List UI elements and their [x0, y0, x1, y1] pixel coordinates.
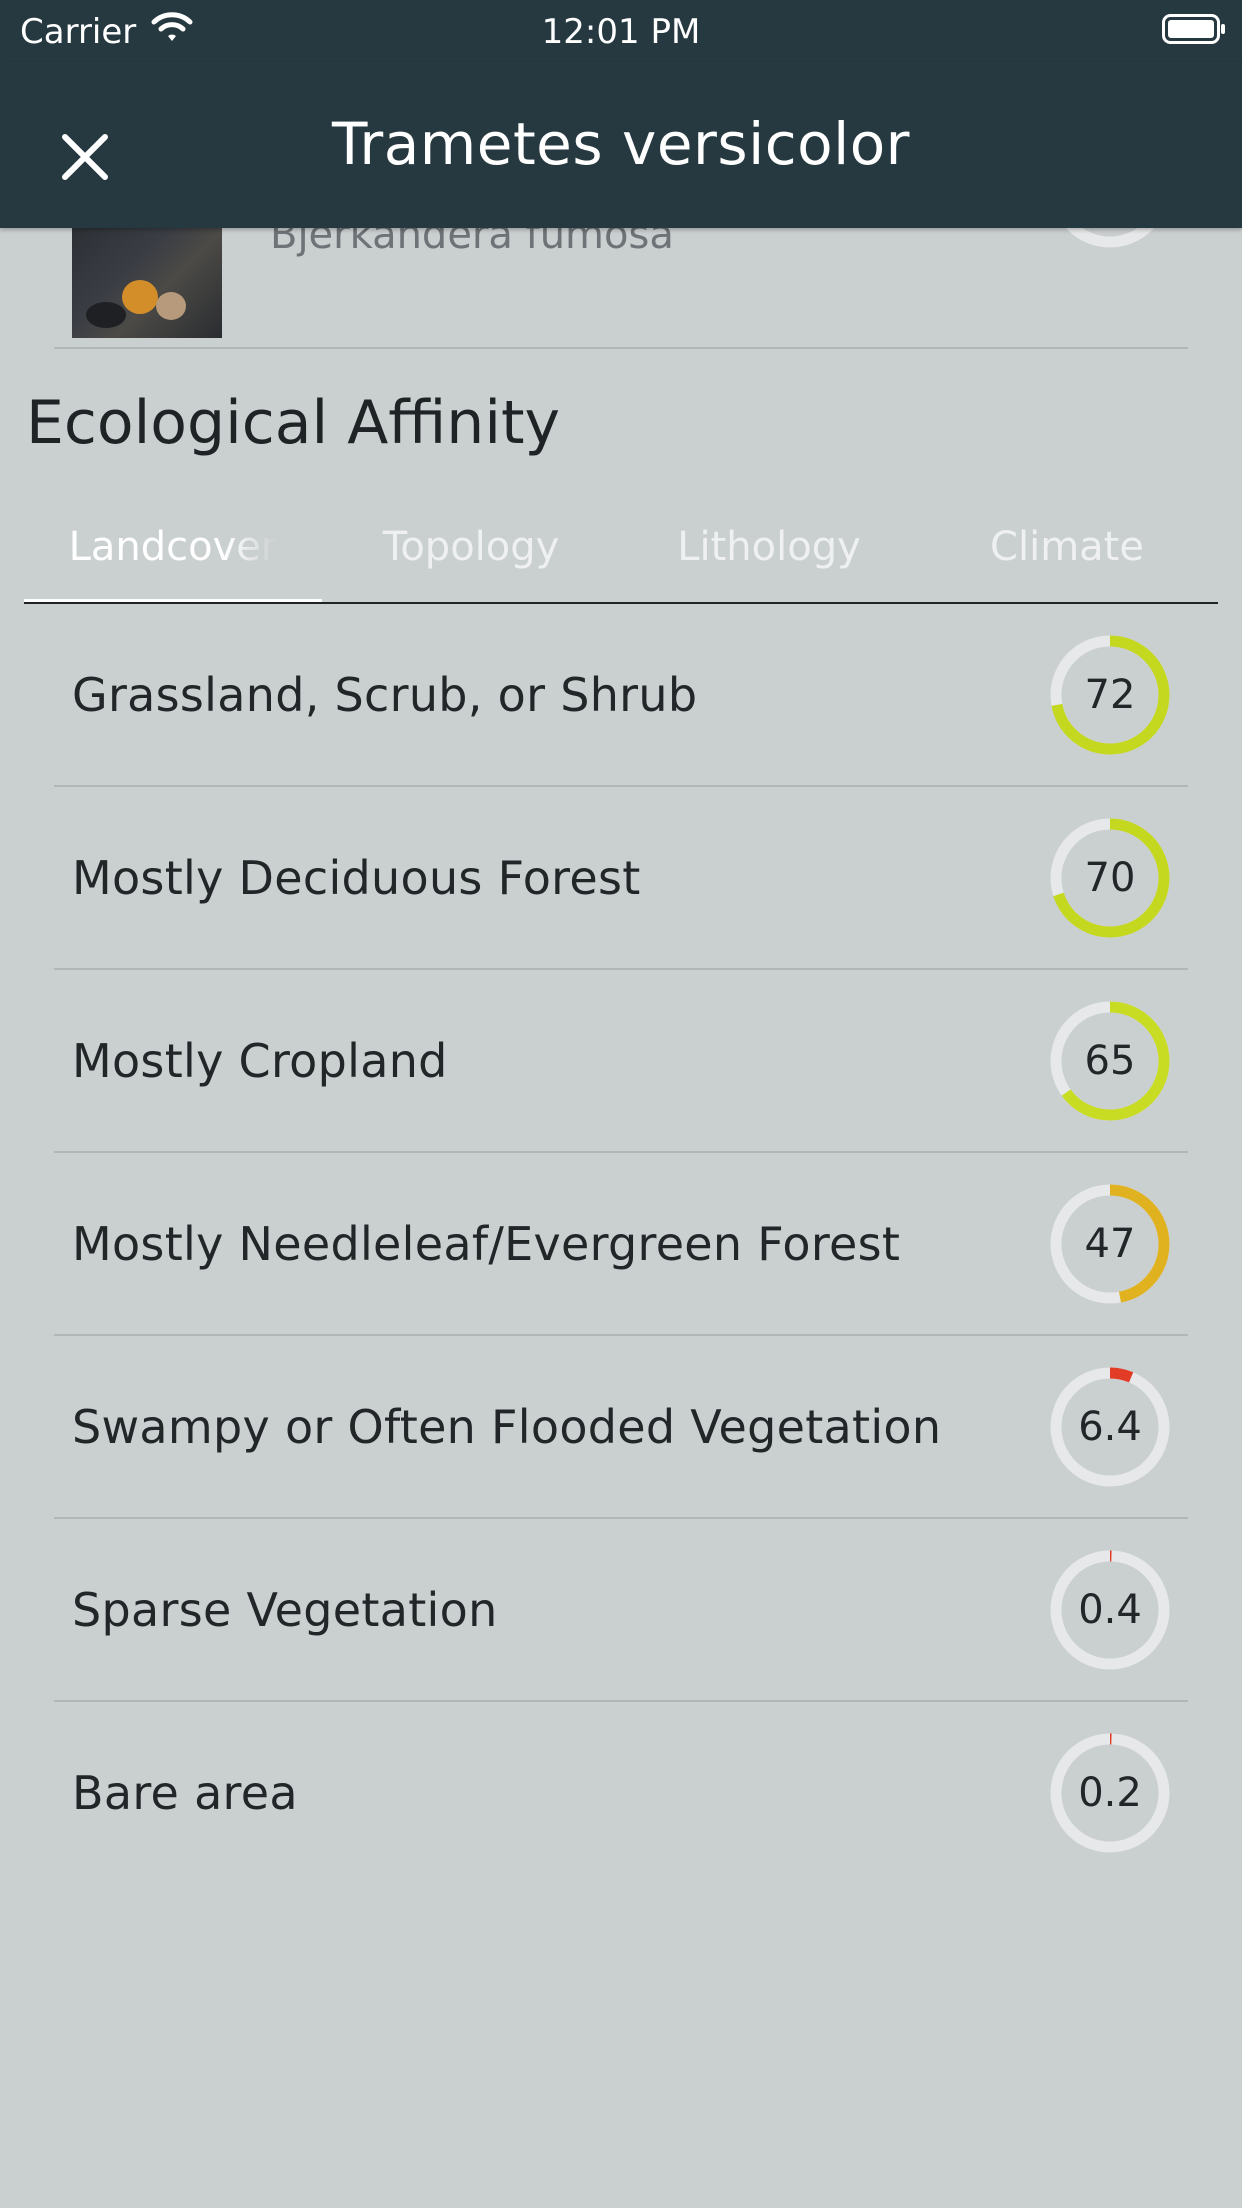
list-item: Sparse Vegetation 0.4: [0, 1519, 1242, 1702]
score-ring: 65: [1050, 1001, 1170, 1121]
score-value: 0.4: [1078, 1587, 1142, 1633]
battery-icon: [1162, 14, 1226, 44]
affinity-tabs: Landcover Topology Lithology Climate: [24, 490, 1218, 604]
score-value: 47: [1084, 1221, 1136, 1267]
tab-label: Climate: [990, 524, 1144, 570]
score-value: 0.2: [1078, 1770, 1142, 1816]
page-title: Trametes versicolor: [331, 110, 911, 178]
tab-label: Lithology: [677, 524, 861, 570]
list-item: Bare area 0.2: [0, 1702, 1242, 1885]
list-item: Mostly Needleleaf/Evergreen Forest 47: [0, 1153, 1242, 1336]
section-title: Ecological Affinity: [26, 388, 561, 458]
affinity-label: Grassland, Scrub, or Shrub: [72, 668, 698, 722]
tab-climate[interactable]: Climate: [918, 490, 1216, 604]
affinity-label: Mostly Deciduous Forest: [72, 851, 641, 905]
score-ring: 0.4: [1050, 1550, 1170, 1670]
divider: [54, 347, 1188, 349]
list-item: Grassland, Scrub, or Shrub 72: [0, 604, 1242, 787]
list-item: Mostly Deciduous Forest 70: [0, 787, 1242, 970]
score-ring: 72: [1050, 635, 1170, 755]
tab-label: Landcover: [68, 524, 278, 570]
affinity-label: Mostly Needleleaf/Evergreen Forest: [72, 1217, 901, 1271]
tab-topology[interactable]: Topology: [322, 490, 620, 604]
score-ring: 6.4: [1050, 1367, 1170, 1487]
score-value: 70: [1084, 855, 1136, 901]
tab-label: Topology: [382, 524, 560, 570]
score-value: 6.4: [1078, 1404, 1142, 1450]
status-time: 12:01 PM: [541, 12, 701, 52]
tab-lithology[interactable]: Lithology: [620, 490, 918, 604]
score-value: 65: [1084, 1038, 1136, 1084]
score-value: 72: [1084, 672, 1136, 718]
affinity-label: Swampy or Often Flooded Vegetation: [72, 1400, 942, 1454]
list-item: Swampy or Often Flooded Vegetation 6.4: [0, 1336, 1242, 1519]
status-bar: Carrier 12:01 PM: [0, 0, 1242, 62]
affinity-label: Bare area: [72, 1766, 298, 1820]
list-item: Mostly Cropland 65: [0, 970, 1242, 1153]
affinity-list: Grassland, Scrub, or Shrub 72 Mostly Dec…: [0, 604, 1242, 1885]
tab-landcover[interactable]: Landcover: [24, 490, 322, 604]
species-thumbnail: [72, 218, 222, 338]
navigation-bar: Trametes versicolor: [0, 62, 1242, 228]
score-ring: 0.2: [1050, 1733, 1170, 1853]
affinity-label: Sparse Vegetation: [72, 1583, 498, 1637]
score-ring: 47: [1050, 1184, 1170, 1304]
score-ring: 70: [1050, 818, 1170, 938]
affinity-label: Mostly Cropland: [72, 1034, 448, 1088]
